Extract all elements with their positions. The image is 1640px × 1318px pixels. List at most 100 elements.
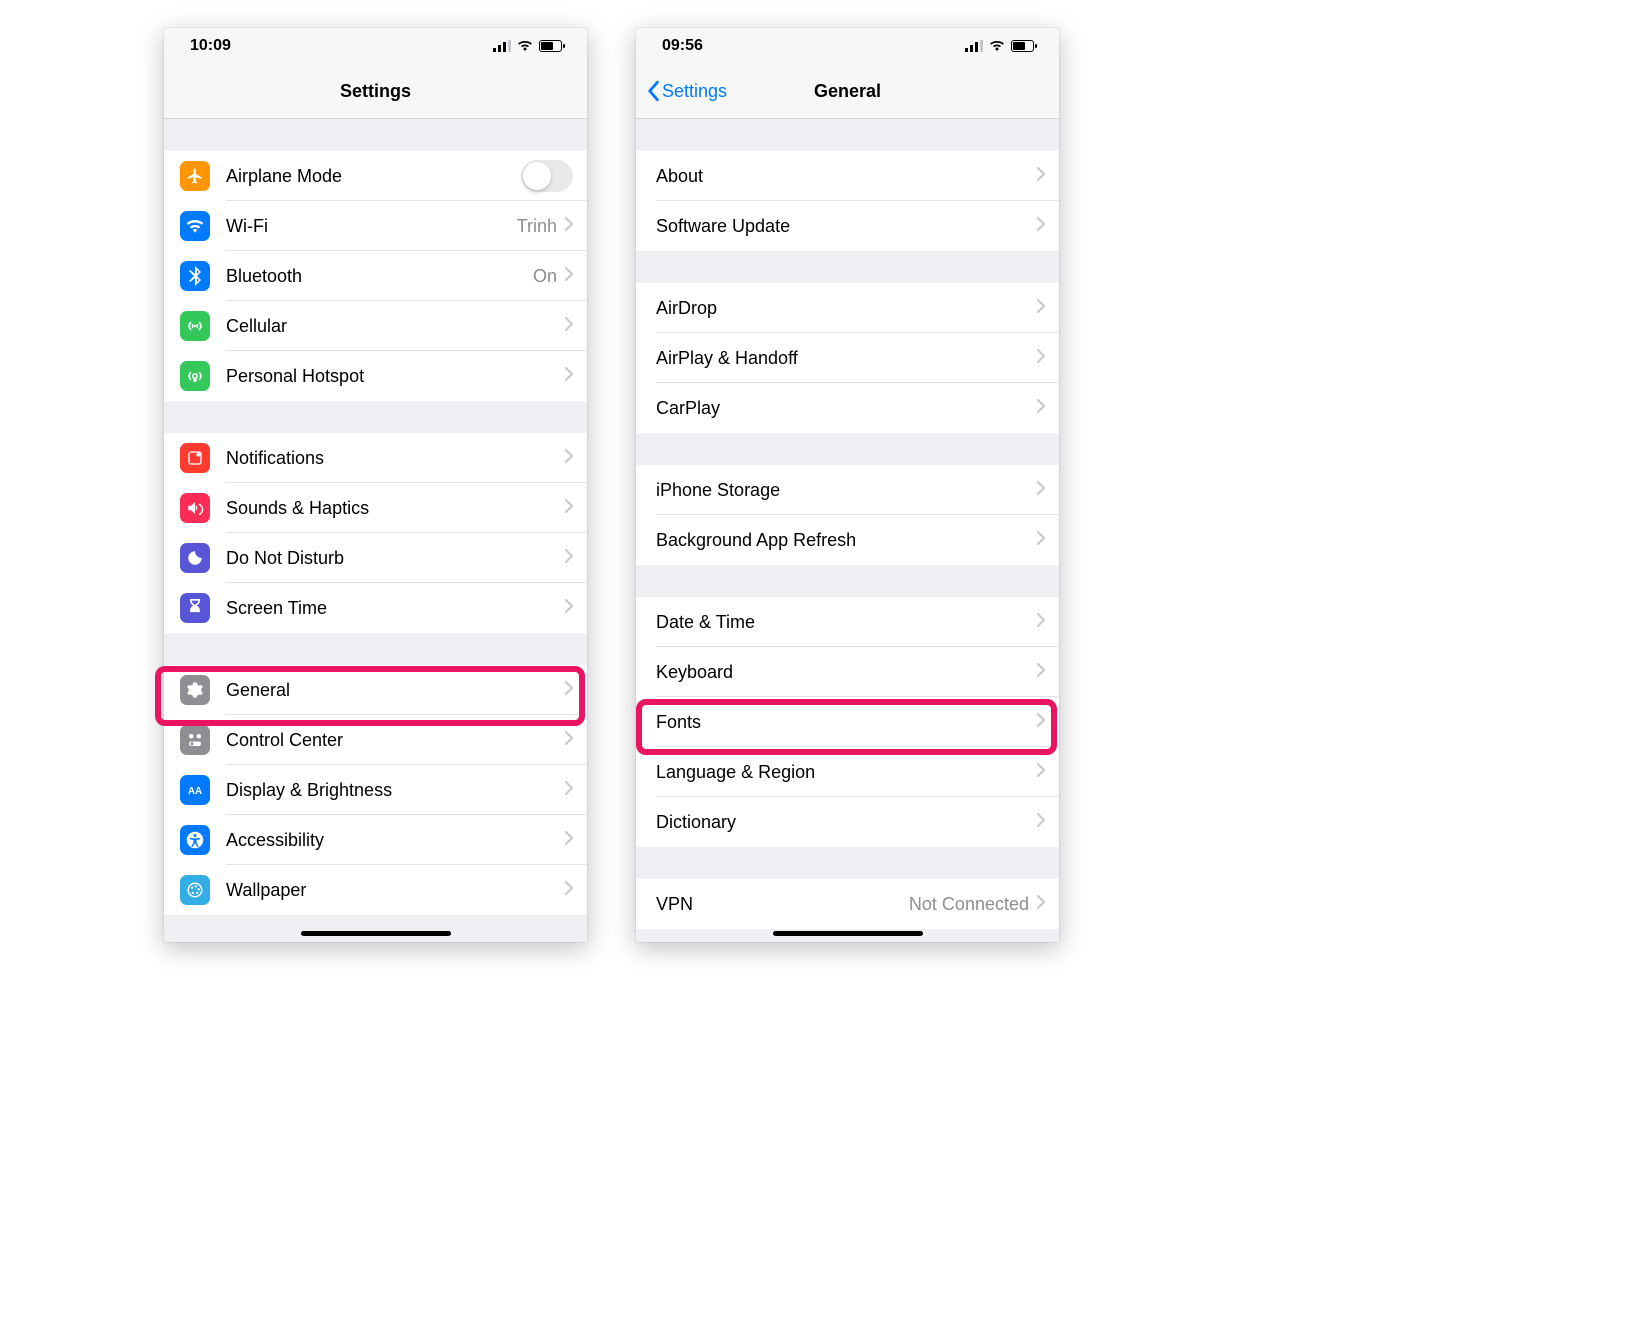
row-dictionary[interactable]: Dictionary: [636, 797, 1059, 847]
home-indicator[interactable]: [773, 931, 923, 936]
row-label: Sounds & Haptics: [226, 498, 565, 519]
sounds-icon: [180, 493, 210, 523]
row-cellular[interactable]: Cellular: [164, 301, 587, 351]
row-iphone-storage[interactable]: iPhone Storage: [636, 465, 1059, 515]
status-bar: 09:56: [636, 28, 1059, 64]
row-do-not-disturb[interactable]: Do Not Disturb: [164, 533, 587, 583]
chevron-right-icon: [1037, 349, 1045, 368]
row-label: Control Center: [226, 730, 565, 751]
chevron-right-icon: [565, 831, 573, 850]
row-notifications[interactable]: Notifications: [164, 433, 587, 483]
page-title: General: [814, 81, 881, 102]
dnd-icon: [180, 543, 210, 573]
row-label: CarPlay: [656, 398, 1037, 419]
row-display-brightness[interactable]: AADisplay & Brightness: [164, 765, 587, 815]
phone-settings: 10:09 Settings Airplane ModeWi-FiTrinhBl…: [164, 28, 587, 942]
chevron-right-icon: [565, 731, 573, 750]
row-label: General: [226, 680, 565, 701]
row-airplane-mode[interactable]: Airplane Mode: [164, 151, 587, 201]
row-date-time[interactable]: Date & Time: [636, 597, 1059, 647]
controlcenter-icon: [180, 725, 210, 755]
row-label: Date & Time: [656, 612, 1037, 633]
wallpaper-icon: [180, 875, 210, 905]
row-detail: On: [533, 266, 557, 287]
home-indicator[interactable]: [301, 931, 451, 936]
back-button[interactable]: Settings: [646, 64, 727, 118]
wifi-icon: [180, 211, 210, 241]
chevron-right-icon: [565, 881, 573, 900]
chevron-right-icon: [1037, 713, 1045, 732]
chevron-right-icon: [1037, 167, 1045, 186]
row-wi-fi[interactable]: Wi-FiTrinh: [164, 201, 587, 251]
chevron-right-icon: [565, 449, 573, 468]
row-airdrop[interactable]: AirDrop: [636, 283, 1059, 333]
status-icons: [965, 40, 1037, 52]
chevron-right-icon: [1037, 481, 1045, 500]
row-label: Language & Region: [656, 762, 1037, 783]
row-label: Software Update: [656, 216, 1037, 237]
chevron-right-icon: [1037, 217, 1045, 236]
chevron-right-icon: [565, 599, 573, 618]
chevron-right-icon: [565, 217, 573, 236]
chevron-right-icon: [565, 681, 573, 700]
row-label: Do Not Disturb: [226, 548, 565, 569]
row-fonts[interactable]: Fonts: [636, 697, 1059, 747]
row-about[interactable]: About: [636, 151, 1059, 201]
airplane-icon: [180, 161, 210, 191]
row-control-center[interactable]: Control Center: [164, 715, 587, 765]
row-label: Personal Hotspot: [226, 366, 565, 387]
chevron-right-icon: [1037, 399, 1045, 418]
row-label: Dictionary: [656, 812, 1037, 833]
chevron-right-icon: [1037, 299, 1045, 318]
nav-header: Settings: [164, 64, 587, 119]
chevron-right-icon: [1037, 895, 1045, 914]
row-carplay[interactable]: CarPlay: [636, 383, 1059, 433]
chevron-right-icon: [565, 317, 573, 336]
row-label: Accessibility: [226, 830, 565, 851]
row-label: Screen Time: [226, 598, 565, 619]
notifications-icon: [180, 443, 210, 473]
screentime-icon: [180, 593, 210, 623]
wifi-status-icon: [989, 40, 1005, 52]
row-label: About: [656, 166, 1037, 187]
row-background-app-refresh[interactable]: Background App Refresh: [636, 515, 1059, 565]
row-label: Wallpaper: [226, 880, 565, 901]
row-label: AirPlay & Handoff: [656, 348, 1037, 369]
toggle-airplane-mode[interactable]: [521, 160, 573, 192]
chevron-right-icon: [565, 781, 573, 800]
row-accessibility[interactable]: Accessibility: [164, 815, 587, 865]
status-time: 10:09: [190, 37, 231, 55]
back-label: Settings: [662, 81, 727, 102]
status-bar: 10:09: [164, 28, 587, 64]
row-personal-hotspot[interactable]: Personal Hotspot: [164, 351, 587, 401]
chevron-right-icon: [1037, 813, 1045, 832]
nav-header: Settings General: [636, 64, 1059, 119]
chevron-right-icon: [1037, 531, 1045, 550]
row-airplay-handoff[interactable]: AirPlay & Handoff: [636, 333, 1059, 383]
row-detail: Not Connected: [909, 894, 1029, 915]
phone-general: 09:56 Settings General About Software Upd…: [636, 28, 1059, 942]
row-general[interactable]: General: [164, 665, 587, 715]
row-label: Bluetooth: [226, 266, 533, 287]
row-detail: Trinh: [517, 216, 557, 237]
row-software-update[interactable]: Software Update: [636, 201, 1059, 251]
wifi-status-icon: [517, 40, 533, 52]
chevron-right-icon: [565, 499, 573, 518]
row-vpn[interactable]: VPNNot Connected: [636, 879, 1059, 929]
row-label: Background App Refresh: [656, 530, 1037, 551]
row-label: Display & Brightness: [226, 780, 565, 801]
row-label: AirDrop: [656, 298, 1037, 319]
row-label: Wi-Fi: [226, 216, 517, 237]
row-sounds-haptics[interactable]: Sounds & Haptics: [164, 483, 587, 533]
row-bluetooth[interactable]: BluetoothOn: [164, 251, 587, 301]
row-wallpaper[interactable]: Wallpaper: [164, 865, 587, 915]
row-keyboard[interactable]: Keyboard: [636, 647, 1059, 697]
row-label: Cellular: [226, 316, 565, 337]
cellular-icon: [180, 311, 210, 341]
page-title: Settings: [340, 81, 411, 102]
row-screen-time[interactable]: Screen Time: [164, 583, 587, 633]
row-language-region[interactable]: Language & Region: [636, 747, 1059, 797]
status-icons: [493, 40, 565, 52]
row-label: iPhone Storage: [656, 480, 1037, 501]
row-label: Fonts: [656, 712, 1037, 733]
